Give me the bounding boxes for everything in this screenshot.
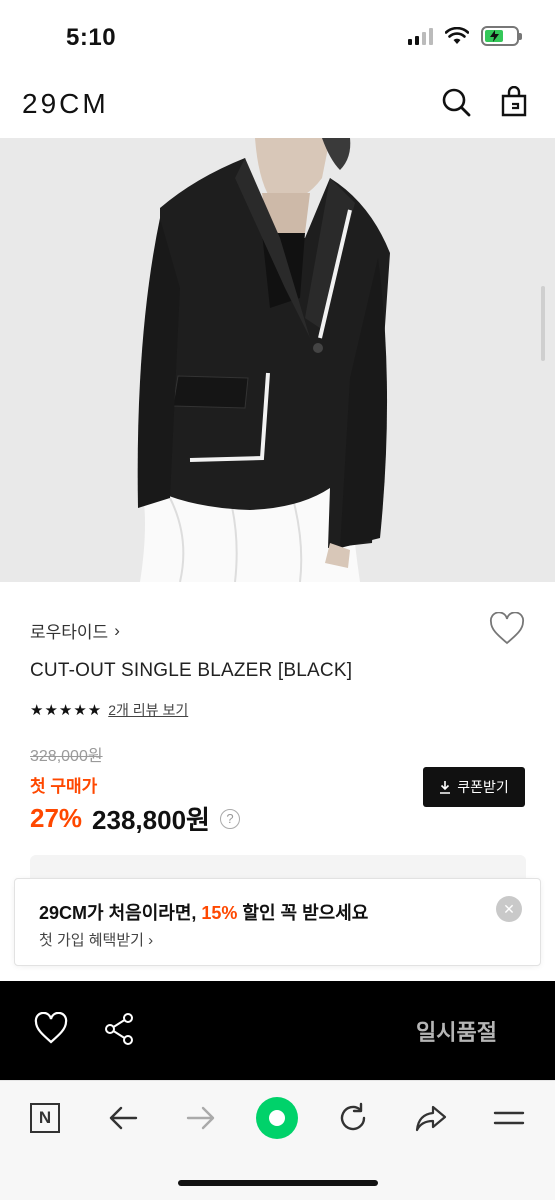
naver-green-dot-icon[interactable] <box>256 1097 298 1139</box>
status-bar: 5:10 <box>0 0 555 70</box>
battery-icon <box>481 26 522 46</box>
review-link[interactable]: 2개 리뷰 보기 <box>108 700 188 720</box>
brand-link[interactable]: 로우타이드 › <box>30 618 120 643</box>
brand-name: 로우타이드 <box>30 623 109 642</box>
shopping-bag-icon[interactable] <box>498 86 530 118</box>
purchase-bar: 일시품절 <box>0 981 555 1080</box>
discount-rate: 27% <box>30 803 83 833</box>
blazer-photo <box>0 138 555 582</box>
sale-price: 238,800원 <box>92 805 210 835</box>
heart-icon[interactable] <box>34 1012 68 1046</box>
naver-n-label: N <box>30 1103 60 1133</box>
refresh-icon[interactable] <box>336 1101 370 1135</box>
chevron-right-icon: › <box>114 620 120 640</box>
product-image[interactable] <box>0 138 555 582</box>
soldout-button[interactable]: 일시품절 <box>416 1015 497 1047</box>
menu-icon[interactable] <box>492 1101 526 1135</box>
heart-icon[interactable] <box>489 612 525 646</box>
rating-row: ★★★★★ 2개 리뷰 보기 <box>30 700 188 720</box>
share-arrow-icon[interactable] <box>414 1101 448 1135</box>
signup-benefit-link[interactable]: 첫 가입 혜택받기 › <box>39 929 153 950</box>
signup-promo-banner[interactable]: 29CM가 처음이라면, 15% 할인 꼭 받으세요 첫 가입 혜택받기 › ✕ <box>14 878 541 966</box>
promo-highlight: 15% <box>201 903 238 923</box>
download-icon <box>440 781 451 794</box>
home-indicator <box>178 1180 378 1186</box>
app-header: 29CM <box>0 70 555 136</box>
wifi-icon <box>445 27 469 44</box>
search-icon[interactable] <box>440 86 472 118</box>
coupon-button[interactable]: 쿠폰받기 <box>423 767 525 807</box>
original-price: 328,000원 <box>30 748 103 765</box>
status-icons <box>408 26 522 46</box>
naver-home-icon[interactable]: N <box>28 1101 62 1135</box>
price-row: 27% 238,800원 ? <box>30 800 240 837</box>
share-icon[interactable] <box>103 1012 137 1046</box>
cellular-signal-icon <box>408 27 433 45</box>
forward-arrow-icon[interactable] <box>184 1101 218 1135</box>
back-arrow-icon[interactable] <box>106 1101 140 1135</box>
status-time: 5:10 <box>66 24 117 51</box>
first-purchase-label: 첫 구매가 <box>30 777 98 796</box>
logo[interactable]: 29CM <box>22 88 109 120</box>
image-scroll-indicator <box>541 286 545 361</box>
rating-stars-icon: ★★★★★ <box>30 702 103 719</box>
product-name: CUT-OUT SINGLE BLAZER [BLACK] <box>30 660 353 681</box>
help-icon[interactable]: ? <box>219 808 240 829</box>
coupon-button-label: 쿠폰받기 <box>457 779 509 795</box>
promo-message: 29CM가 처음이라면, 15% 할인 꼭 받으세요 <box>39 903 369 923</box>
close-icon[interactable]: ✕ <box>496 896 522 922</box>
